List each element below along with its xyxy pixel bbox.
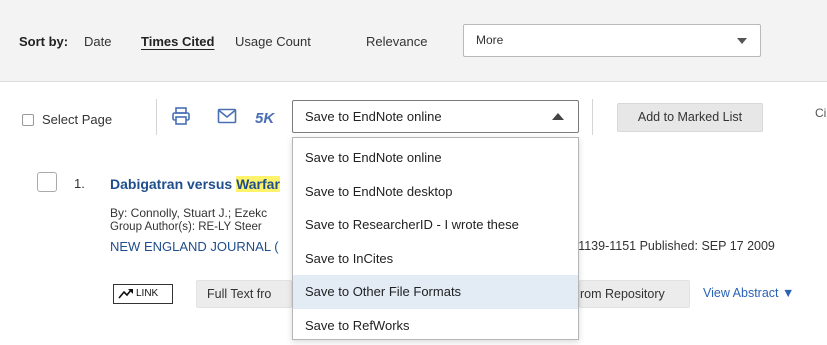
view-abstract-link[interactable]: View Abstract ▼ (703, 286, 794, 300)
record-authors: By: Connolly, Stuart J.; Ezekc (110, 206, 268, 220)
toolbar-divider (156, 99, 157, 135)
save-to-dropdown-menu: Save to EndNote online Save to EndNote d… (292, 137, 579, 340)
dropdown-item-incites[interactable]: Save to InCites (293, 242, 578, 276)
save-to-select-value: Save to EndNote online (305, 109, 442, 124)
repository-button[interactable]: rom Repository (579, 280, 690, 308)
dropdown-item-endnote-online[interactable]: Save to EndNote online (293, 141, 578, 175)
export-5k-button[interactable]: 5K (255, 110, 274, 127)
record-group-authors: Group Author(s): RE-LY Steer (110, 221, 262, 233)
record-title-highlight: Warfar (236, 176, 280, 192)
dropdown-item-other-formats[interactable]: Save to Other File Formats (293, 275, 578, 309)
printer-icon[interactable] (171, 106, 191, 129)
record-journal-link[interactable]: NEW ENGLAND JOURNAL ( (110, 239, 279, 254)
sort-option-times-cited[interactable]: Times Cited (141, 34, 214, 49)
sort-more-select[interactable]: More (463, 24, 761, 57)
record-number: 1. (74, 176, 85, 191)
link-button[interactable]: LINK (113, 284, 173, 304)
envelope-icon[interactable] (217, 108, 237, 127)
record-pages-published: s: 1139-1151 Published: SEP 17 2009 (565, 239, 775, 253)
record-title-link[interactable]: Dabigatran versus Warfar (110, 176, 280, 192)
record-title-text: Dabigatran versus (110, 176, 237, 192)
add-to-marked-list-button[interactable]: Add to Marked List (617, 103, 763, 132)
sort-option-relevance[interactable]: Relevance (366, 34, 427, 49)
select-page-checkbox[interactable] (22, 114, 34, 126)
sort-bar: Sort by: Date Times Cited Usage Count Re… (0, 0, 827, 82)
save-to-select[interactable]: Save to EndNote online (292, 100, 579, 133)
sort-option-usage-count[interactable]: Usage Count (235, 34, 311, 49)
sort-option-date[interactable]: Date (84, 34, 111, 49)
dropdown-item-refworks[interactable]: Save to RefWorks (293, 309, 578, 343)
sort-more-value: More (476, 33, 504, 47)
full-text-button[interactable]: Full Text fro (196, 280, 292, 308)
select-page-label[interactable]: Select Page (42, 112, 112, 127)
link-arrow-icon (118, 288, 134, 307)
citation-label-cut: Ci (815, 106, 827, 120)
chevron-up-icon (552, 113, 564, 120)
chevron-down-icon (737, 38, 747, 44)
sort-by-label: Sort by: (19, 34, 69, 49)
toolbar-divider (592, 99, 593, 135)
dropdown-item-researcherid[interactable]: Save to ResearcherID - I wrote these (293, 208, 578, 242)
link-button-label: LINK (136, 288, 159, 299)
dropdown-item-endnote-desktop[interactable]: Save to EndNote desktop (293, 175, 578, 209)
record-checkbox[interactable] (37, 172, 57, 192)
